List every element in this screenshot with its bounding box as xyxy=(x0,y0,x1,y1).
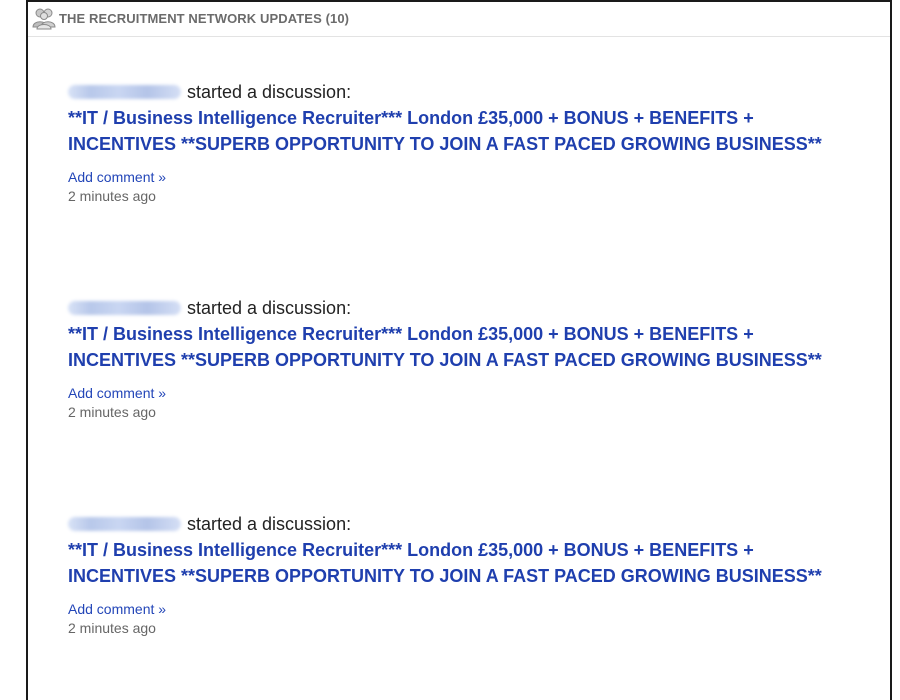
update-item: started a discussion: **IT / Business In… xyxy=(68,81,848,206)
discussion-title-link[interactable]: **IT / Business Intelligence Recruiter**… xyxy=(68,321,838,373)
add-comment-link[interactable]: Add comment » xyxy=(68,384,848,403)
blurred-author-name[interactable] xyxy=(68,517,181,531)
group-icon xyxy=(32,8,56,30)
update-action-text: started a discussion: xyxy=(187,297,352,318)
updates-panel: THE RECRUITMENT NETWORK UPDATES (10) sta… xyxy=(26,0,892,700)
add-comment-link[interactable]: Add comment » xyxy=(68,168,848,187)
update-item: started a discussion: **IT / Business In… xyxy=(68,297,848,422)
panel-header: THE RECRUITMENT NETWORK UPDATES (10) xyxy=(28,2,890,37)
update-author-line: started a discussion: xyxy=(68,297,848,319)
discussion-title-link[interactable]: **IT / Business Intelligence Recruiter**… xyxy=(68,105,838,157)
update-author-line: started a discussion: xyxy=(68,513,848,535)
update-timestamp: 2 minutes ago xyxy=(68,404,156,420)
update-author-line: started a discussion: xyxy=(68,81,848,103)
add-comment-link[interactable]: Add comment » xyxy=(68,600,848,619)
update-timestamp: 2 minutes ago xyxy=(68,188,156,204)
update-timestamp: 2 minutes ago xyxy=(68,620,156,636)
update-action-text: started a discussion: xyxy=(187,513,352,534)
blurred-author-name[interactable] xyxy=(68,85,181,99)
discussion-title-link[interactable]: **IT / Business Intelligence Recruiter**… xyxy=(68,537,838,589)
update-item: started a discussion: **IT / Business In… xyxy=(68,513,848,638)
panel-title: THE RECRUITMENT NETWORK UPDATES (10) xyxy=(59,11,350,26)
update-action-text: started a discussion: xyxy=(187,81,352,102)
blurred-author-name[interactable] xyxy=(68,301,181,315)
